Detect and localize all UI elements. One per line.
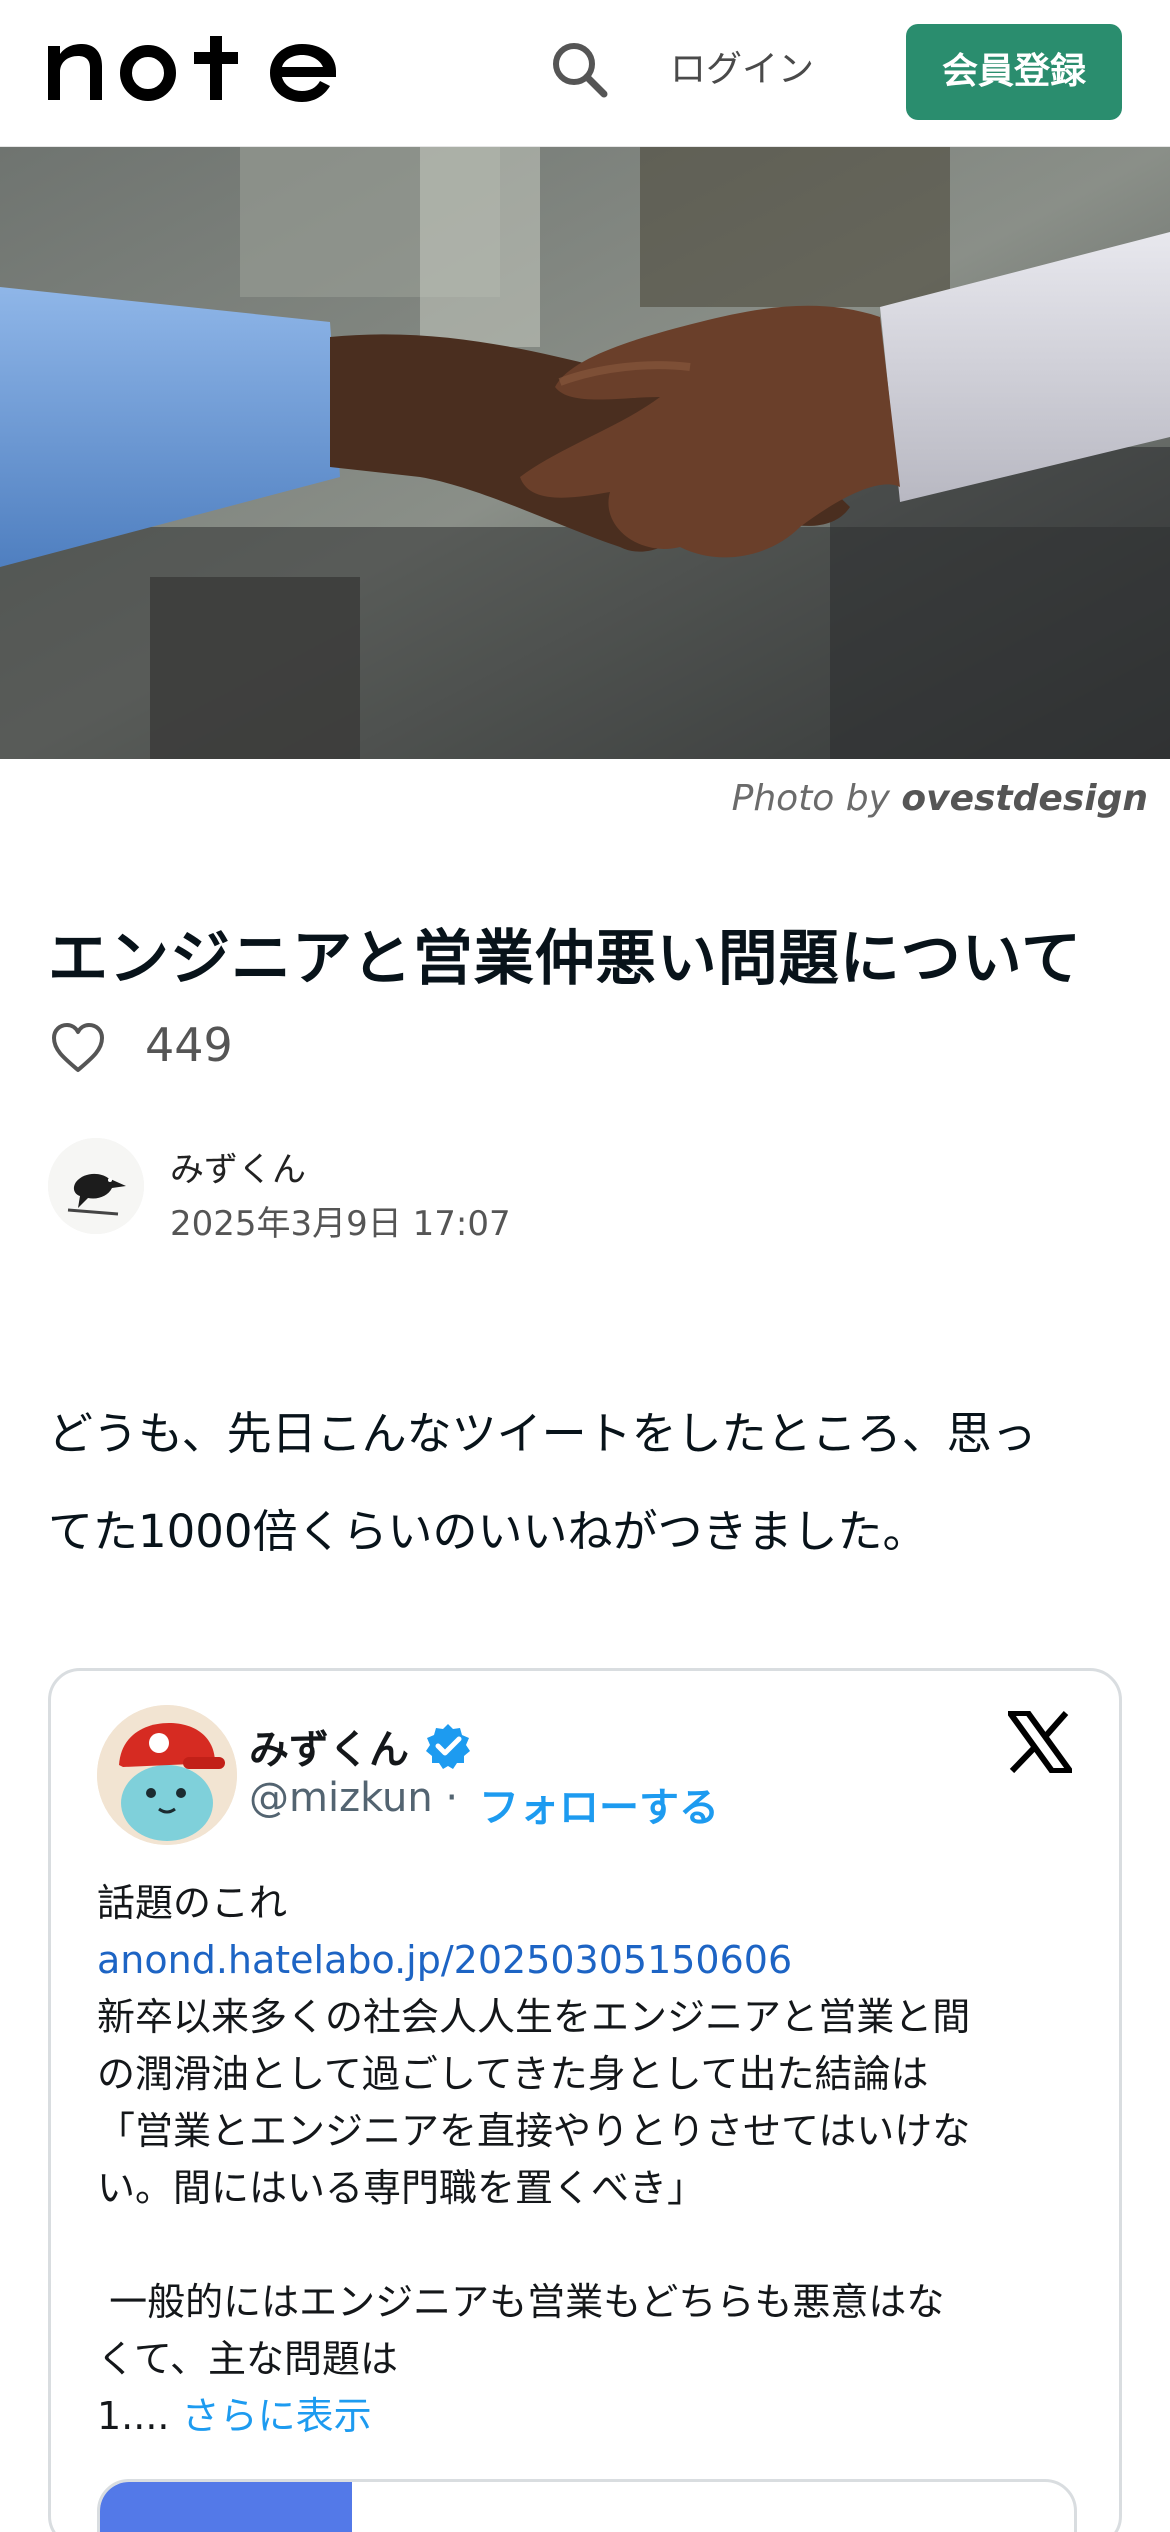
- embedded-tweet[interactable]: みずくん @mizkun · フォローする 話題のこれ anond.hatela…: [48, 1668, 1122, 2532]
- handle-separator: ·: [432, 1775, 459, 1821]
- tweet-truncated-text: 1....: [97, 2394, 170, 2438]
- follow-button[interactable]: フォローする: [479, 1775, 719, 1833]
- tweet-line: 話題のこれ: [97, 1881, 288, 1925]
- tweet-line: くて、主な問題は: [97, 2337, 398, 2381]
- like-count: 449: [145, 1018, 233, 1072]
- tweet-handle[interactable]: @mizkun: [249, 1775, 433, 1821]
- article-body: どうも、先日こんなツイートをしたところ、思っ てた1000倍くらいのいいねがつき…: [48, 1385, 1128, 1581]
- tweet-line-last: 1.... さらに表示: [97, 2388, 1097, 2445]
- tweet-line: 「営業とエンジニアを直接やりとりさせてはいけな: [97, 2109, 971, 2153]
- link-card-thumbnail: [100, 2482, 352, 2532]
- photo-credit-prefix: Photo by: [731, 778, 890, 819]
- heart-outline-icon: [52, 1023, 104, 1072]
- tweet-handle-row: @mizkun ·: [249, 1775, 458, 1821]
- site-header: ログイン 会員登録: [0, 0, 1170, 147]
- bird-avatar-image: [48, 1138, 144, 1234]
- author-avatar[interactable]: [48, 1138, 144, 1234]
- post-date: 2025年3月9日 17:07: [170, 1204, 511, 1244]
- tweet-avatar[interactable]: [97, 1705, 237, 1845]
- verified-badge-icon: [426, 1724, 470, 1769]
- body-paragraph-line: てた1000倍くらいのいいねがつきました。: [48, 1505, 928, 1558]
- note-logo-mark: [48, 36, 336, 102]
- photo-credit: Photo by ovestdesign: [732, 778, 1148, 819]
- mascot-avatar-image: [97, 1705, 237, 1845]
- show-more-link[interactable]: さらに表示: [182, 2394, 372, 2438]
- photo-credit-author[interactable]: ovestdesign: [901, 778, 1148, 819]
- tweet-line: 一般的にはエンジニアも営業もどちらも悪意はな: [97, 2280, 945, 2324]
- tweet-line: の潤滑油として過ごしてきた身として出た結論は: [97, 2052, 929, 2096]
- search-icon: [553, 43, 608, 98]
- tweet-link-card[interactable]: [97, 2479, 1077, 2532]
- body-paragraph-line: どうも、先日こんなツイートをしたところ、思っ: [48, 1407, 1037, 1460]
- handshake-photo: [0, 147, 1170, 759]
- x-logo-icon: [1004, 1710, 1076, 1774]
- signup-button[interactable]: 会員登録: [906, 24, 1122, 120]
- tweet-text: 話題のこれ anond.hatelabo.jp/20250305150606 新…: [97, 1875, 1097, 2445]
- search-button[interactable]: [548, 38, 612, 102]
- hero-image: [0, 147, 1170, 759]
- login-link[interactable]: ログイン: [670, 44, 814, 96]
- like-button[interactable]: [50, 1022, 106, 1074]
- note-logo[interactable]: [48, 36, 342, 106]
- author-name[interactable]: みずくん: [170, 1142, 306, 1191]
- tweet-line: い。間にはいる専門職を置くべき」: [97, 2166, 706, 2210]
- tweet-line: 新卒以来多くの社会人人生をエンジニアと営業と間: [97, 1995, 971, 2039]
- x-logo-link[interactable]: [1004, 1710, 1076, 1774]
- tweet-link[interactable]: anond.hatelabo.jp/20250305150606: [97, 1932, 1097, 1989]
- verified-badge: [423, 1721, 473, 1771]
- article-title: エンジニアと営業仲悪い問題について: [48, 924, 1082, 994]
- tweet-author-name[interactable]: みずくん: [249, 1717, 409, 1775]
